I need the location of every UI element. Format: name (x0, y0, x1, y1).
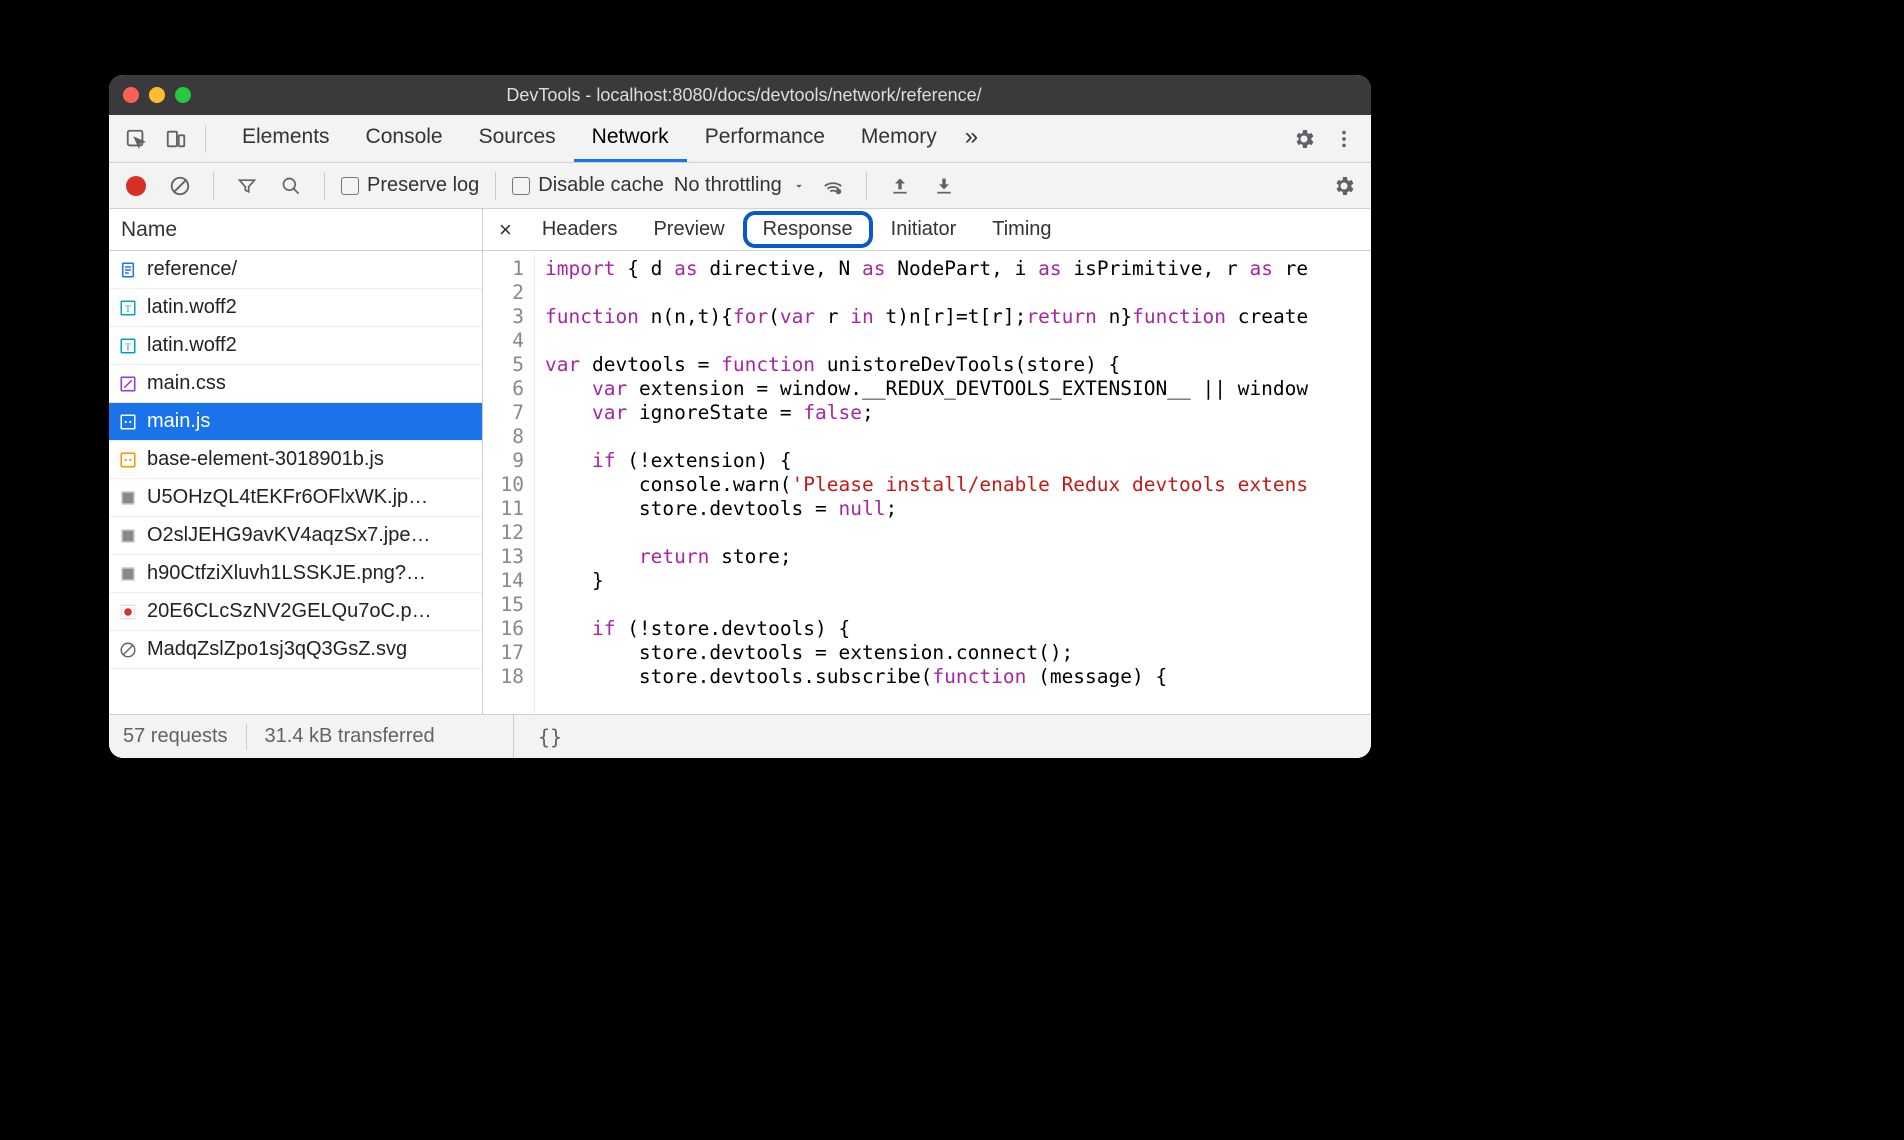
disable-cache-label: Disable cache (538, 174, 664, 197)
request-row[interactable]: Tlatin.woff2 (109, 289, 482, 327)
css-icon (119, 375, 137, 393)
preserve-log-checkbox[interactable]: Preserve log (341, 174, 479, 197)
svg-icon (119, 641, 137, 659)
request-row[interactable]: MadqZslZpo1sj3qQ3GsZ.svg (109, 631, 482, 669)
window-title: DevTools - localhost:8080/docs/devtools/… (191, 85, 1297, 106)
tab-elements[interactable]: Elements (224, 115, 348, 162)
search-icon[interactable] (274, 169, 308, 203)
tab-response[interactable]: Response (743, 211, 873, 248)
request-row[interactable]: h90CtfziXluvh1LSSKJE.png?… (109, 555, 482, 593)
network-body: Name reference/Tlatin.woff2Tlatin.woff2m… (109, 209, 1371, 714)
font-icon: T (119, 337, 137, 355)
line-number-gutter: 1 2 3 4 5 6 7 8 9 10 11 12 13 14 15 16 1… (483, 251, 535, 714)
traffic-lights (123, 87, 191, 103)
js-icon (119, 413, 137, 431)
request-name: O2slJEHG9avKV4aqzSx7.jpe… (147, 524, 430, 547)
request-name: main.css (147, 372, 226, 395)
request-name: main.js (147, 410, 210, 433)
close-window-button[interactable] (123, 87, 139, 103)
settings-gear-icon[interactable] (1287, 122, 1321, 156)
network-toolbar: Preserve log Disable cache No throttling (109, 163, 1371, 209)
transferred-size: 31.4 kB transferred (265, 725, 435, 748)
close-detail-button[interactable]: × (487, 217, 524, 243)
code-content: import { d as directive, N as NodePart, … (535, 251, 1371, 714)
panel-tabs: Elements Console Sources Network Perform… (224, 115, 988, 162)
svg-text:T: T (125, 303, 131, 314)
maximize-window-button[interactable] (175, 87, 191, 103)
request-name: reference/ (147, 258, 237, 281)
request-list[interactable]: reference/Tlatin.woff2Tlatin.woff2main.c… (109, 251, 482, 714)
preserve-log-label: Preserve log (367, 174, 479, 197)
request-name: U5OHzQL4tEKFr6OFlxWK.jp… (147, 486, 428, 509)
clear-button[interactable] (163, 169, 197, 203)
status-bar: 57 requests 31.4 kB transferred {} (109, 714, 1371, 758)
divider (205, 125, 206, 153)
download-har-icon[interactable] (927, 169, 961, 203)
request-row[interactable]: reference/ (109, 251, 482, 289)
divider (866, 172, 867, 200)
request-list-pane: Name reference/Tlatin.woff2Tlatin.woff2m… (109, 209, 483, 714)
window-titlebar: DevTools - localhost:8080/docs/devtools/… (109, 75, 1371, 115)
detail-tabs: × Headers Preview Response Initiator Tim… (483, 209, 1371, 251)
kebab-menu-icon[interactable] (1327, 122, 1361, 156)
request-row[interactable]: 20E6CLcSzNV2GELQu7oC.p… (109, 593, 482, 631)
request-name: latin.woff2 (147, 296, 237, 319)
request-name: h90CtfziXluvh1LSSKJE.png?… (147, 562, 426, 585)
overflow-tabs-button[interactable]: » (955, 115, 988, 162)
tab-initiator[interactable]: Initiator (873, 212, 975, 247)
request-name: 20E6CLcSzNV2GELQu7oC.p… (147, 600, 432, 623)
panel-tabs-row: Elements Console Sources Network Perform… (109, 115, 1371, 163)
record-button[interactable] (119, 169, 153, 203)
request-row[interactable]: O2slJEHG9avKV4aqzSx7.jpe… (109, 517, 482, 555)
upload-har-icon[interactable] (883, 169, 917, 203)
throttling-select[interactable]: No throttling (674, 174, 806, 197)
request-row[interactable]: base-element-3018901b.js (109, 441, 482, 479)
request-name: MadqZslZpo1sj3qQ3GsZ.svg (147, 638, 407, 661)
minimize-window-button[interactable] (149, 87, 165, 103)
tab-timing[interactable]: Timing (974, 212, 1069, 247)
disable-cache-checkbox[interactable]: Disable cache (512, 174, 664, 197)
request-row[interactable]: U5OHzQL4tEKFr6OFlxWK.jp… (109, 479, 482, 517)
request-detail-pane: × Headers Preview Response Initiator Tim… (483, 209, 1371, 714)
svg-text:T: T (125, 341, 131, 352)
response-code-viewer[interactable]: 1 2 3 4 5 6 7 8 9 10 11 12 13 14 15 16 1… (483, 251, 1371, 714)
tab-sources[interactable]: Sources (461, 115, 574, 162)
img-icon (119, 527, 137, 545)
network-settings-gear-icon[interactable] (1327, 169, 1361, 203)
request-count: 57 requests (123, 725, 228, 748)
doc-icon (119, 261, 137, 279)
divider (324, 172, 325, 200)
device-toolbar-icon[interactable] (159, 122, 193, 156)
request-row[interactable]: Tlatin.woff2 (109, 327, 482, 365)
tab-network[interactable]: Network (574, 115, 687, 162)
img-icon (119, 489, 137, 507)
chevron-down-icon (792, 179, 806, 193)
request-name: latin.woff2 (147, 334, 237, 357)
name-column-header[interactable]: Name (109, 209, 482, 251)
pretty-print-button[interactable]: {} (528, 725, 562, 749)
tab-console[interactable]: Console (348, 115, 461, 162)
divider (495, 172, 496, 200)
tab-performance[interactable]: Performance (687, 115, 843, 162)
filter-icon[interactable] (230, 169, 264, 203)
font-icon: T (119, 299, 137, 317)
request-name: base-element-3018901b.js (147, 448, 384, 471)
rec-icon (119, 603, 137, 621)
tab-headers[interactable]: Headers (524, 212, 636, 247)
request-row[interactable]: main.js (109, 403, 482, 441)
img-icon (119, 565, 137, 583)
request-row[interactable]: main.css (109, 365, 482, 403)
tab-memory[interactable]: Memory (843, 115, 955, 162)
throttling-value: No throttling (674, 174, 782, 197)
devtools-window: DevTools - localhost:8080/docs/devtools/… (109, 75, 1371, 758)
js-icon (119, 451, 137, 469)
inspect-element-icon[interactable] (119, 122, 153, 156)
divider (213, 172, 214, 200)
tab-preview[interactable]: Preview (635, 212, 742, 247)
network-conditions-icon[interactable] (816, 169, 850, 203)
